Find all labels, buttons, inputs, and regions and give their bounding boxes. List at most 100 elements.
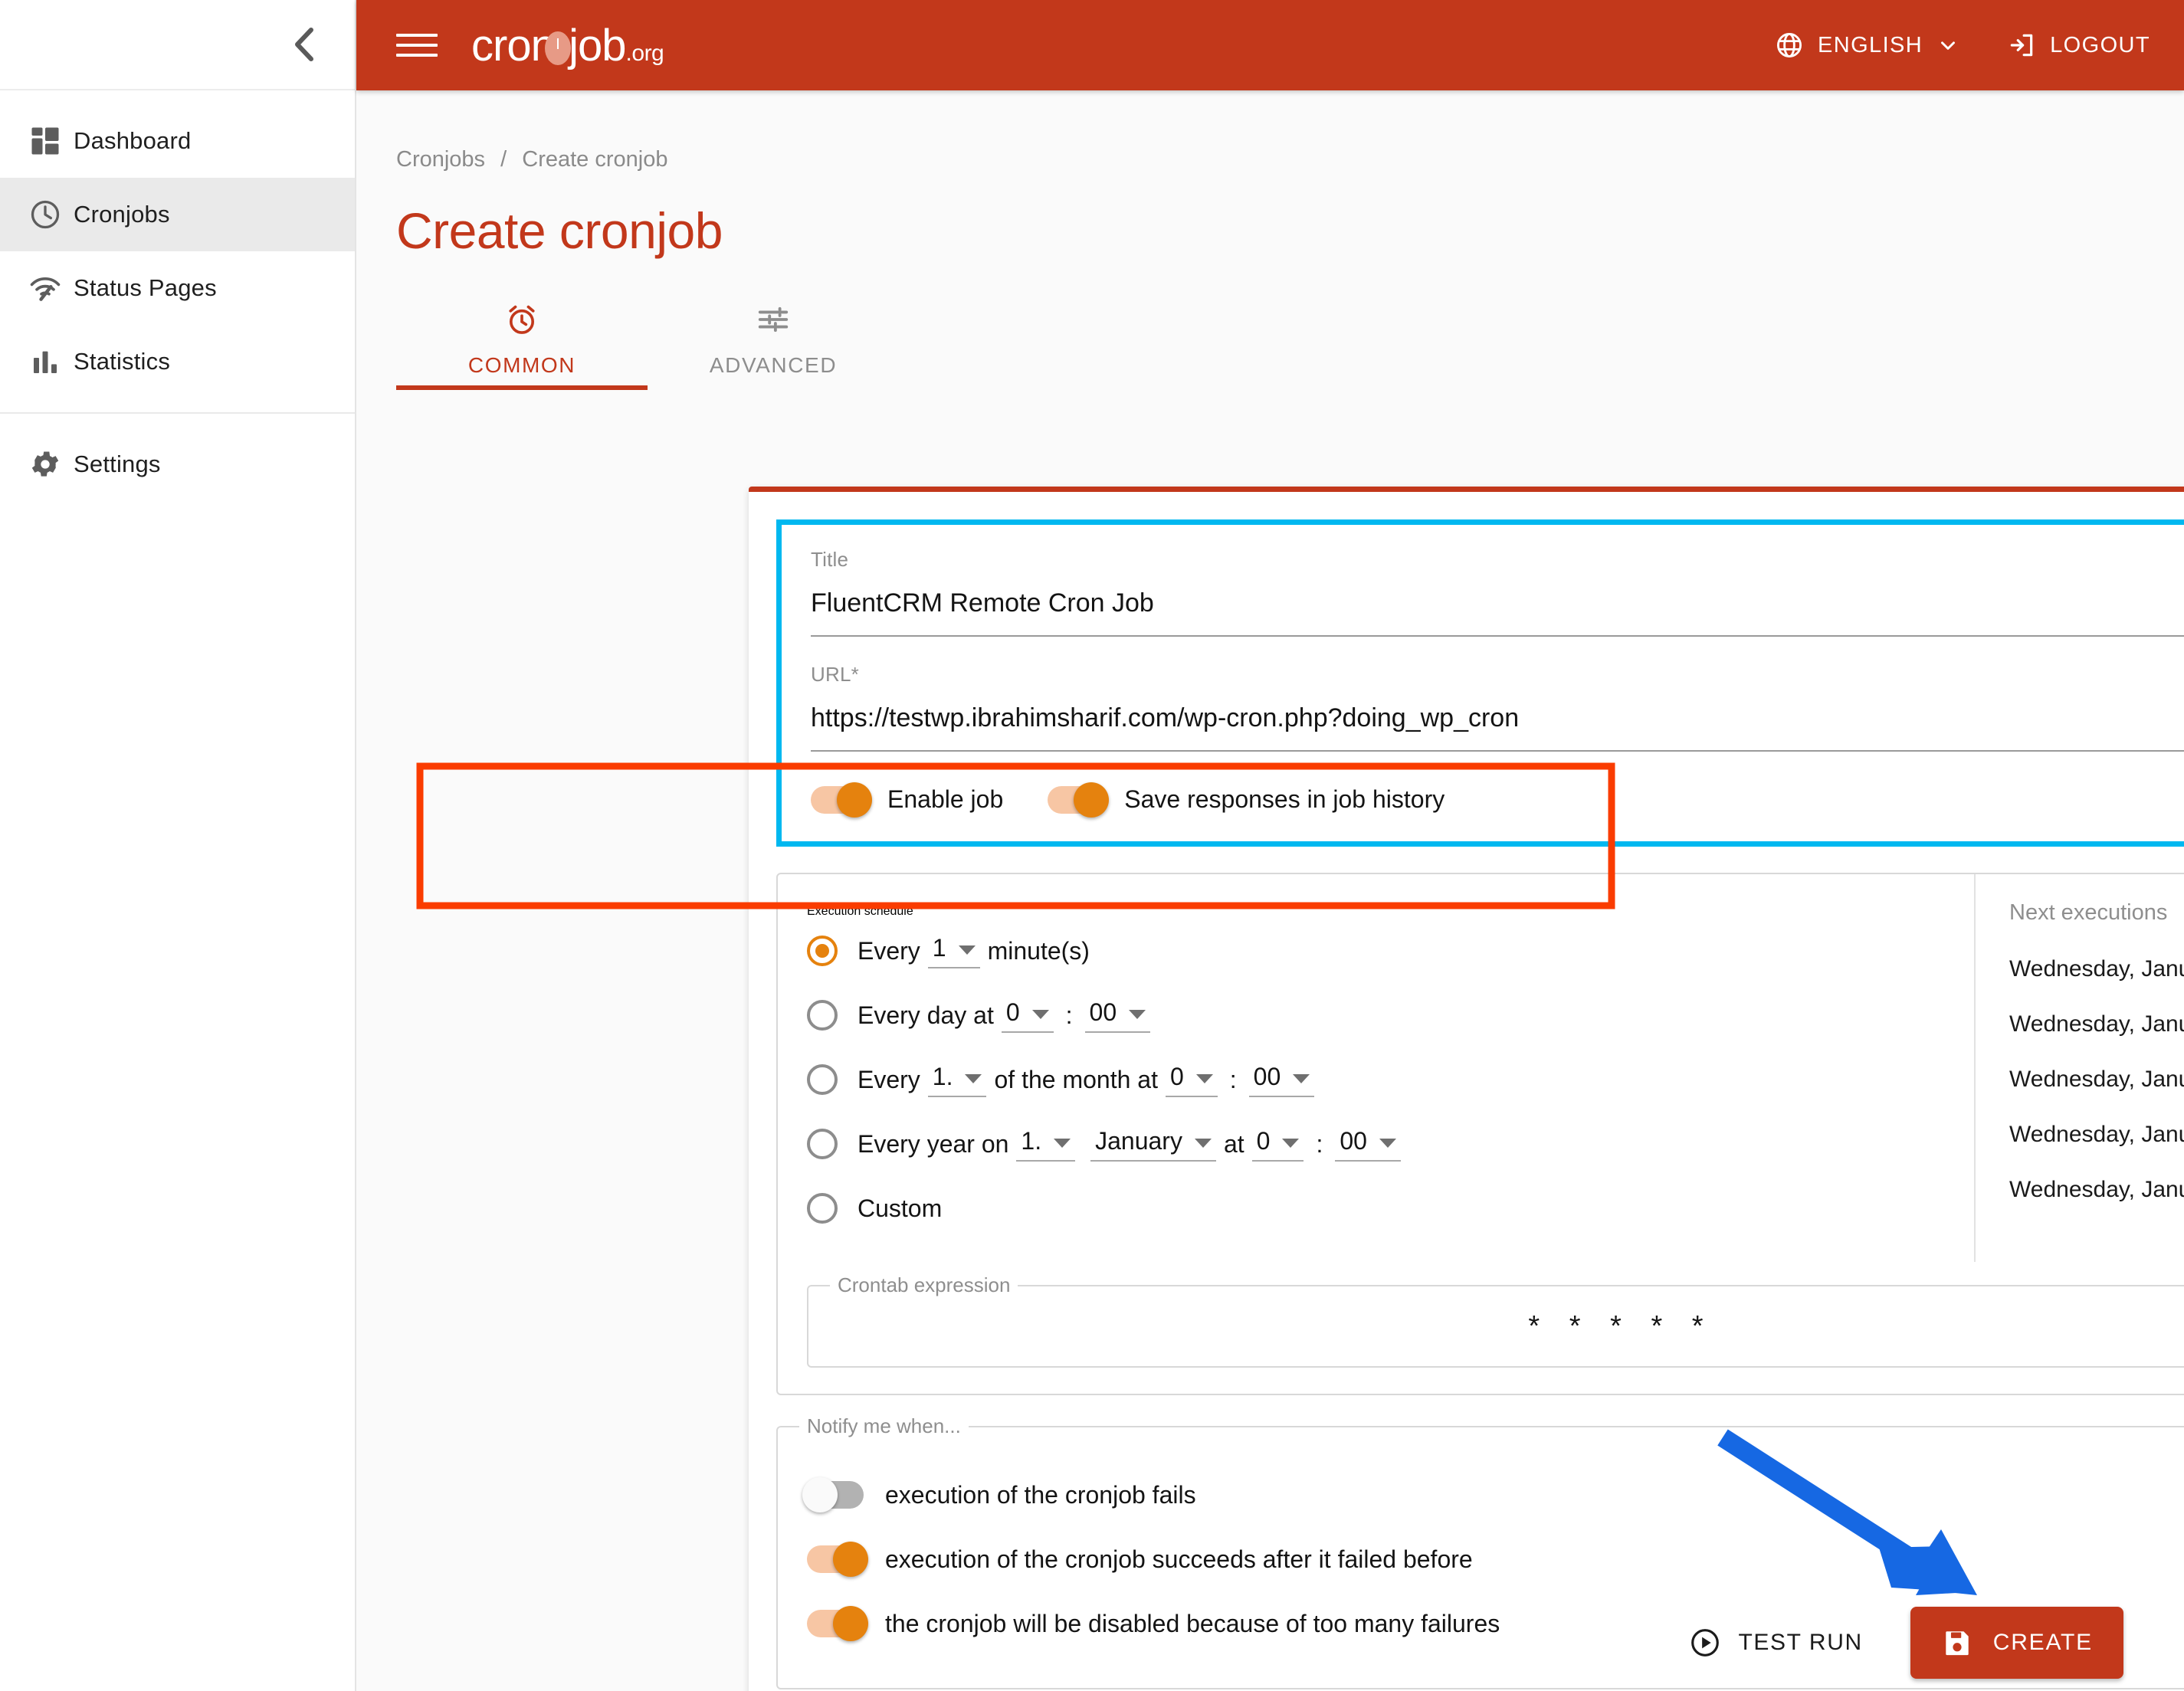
gear-icon — [17, 447, 74, 481]
title-label: Title — [811, 548, 849, 571]
radio-every-month[interactable] — [807, 1064, 838, 1095]
daily-hour-select[interactable]: 0 — [1001, 998, 1054, 1033]
next-execution-item: Wednesday, January 25, 2023 9:50 PM — [2009, 956, 2184, 982]
chevron-down-icon — [1293, 1073, 1310, 1083]
tab-advanced[interactable]: ADVANCED — [648, 290, 899, 390]
daily-minute-select[interactable]: 00 — [1084, 998, 1151, 1033]
monthly-minute-select[interactable]: 00 — [1248, 1063, 1315, 1097]
tab-label: COMMON — [467, 353, 576, 377]
create-cronjob-card: Title FluentCRM Remote Cron Job URL* htt… — [749, 487, 2184, 1691]
notify-recovery-label: execution of the cronjob succeeds after … — [885, 1545, 1473, 1573]
chevron-down-icon — [1941, 41, 1956, 50]
time-separator: : — [1316, 1129, 1323, 1158]
yearly-minute-select[interactable]: 00 — [1335, 1127, 1401, 1162]
main-area: cron-job .org ENGLISH — [356, 0, 2184, 1691]
enable-job-toggle[interactable] — [811, 782, 872, 818]
sidebar-collapse-button[interactable] — [283, 23, 326, 66]
sidebar-item-statistics[interactable]: Statistics — [0, 325, 355, 398]
sidebar-item-status-pages[interactable]: Status Pages — [0, 251, 355, 325]
schedule-text: Every day at — [858, 1001, 994, 1029]
schedule-option-custom[interactable]: Custom — [807, 1176, 1937, 1240]
test-run-button[interactable]: TEST RUN — [1672, 1613, 1879, 1673]
sidebar-item-label: Settings — [74, 451, 161, 477]
basic-toggles-row: Enable job Save responses in job history — [811, 782, 2184, 818]
sidebar-item-cronjobs[interactable]: Cronjobs — [0, 178, 355, 251]
notify-option-recovery[interactable]: execution of the cronjob succeeds after … — [807, 1527, 2184, 1591]
bar-chart-icon — [17, 346, 74, 377]
breadcrumb-separator: / — [500, 147, 507, 172]
card-body: Title FluentCRM Remote Cron Job URL* htt… — [749, 492, 2184, 1691]
logout-icon — [2010, 34, 2033, 57]
yearly-day-select[interactable]: 1. — [1016, 1127, 1076, 1162]
select-value: January — [1095, 1126, 1182, 1155]
play-circle-icon — [1691, 1628, 1720, 1657]
crontab-expression-field: Crontab expression * * * * * — [807, 1273, 2184, 1368]
clock-icon — [17, 198, 74, 231]
yearly-hour-select[interactable]: 0 — [1251, 1126, 1304, 1162]
schedule-text: Every — [858, 1065, 920, 1093]
sidebar-item-settings[interactable]: Settings — [0, 428, 355, 501]
url-label: URL* — [811, 663, 2184, 687]
radio-every-minutes[interactable] — [807, 936, 838, 966]
schedule-wrapper: Execution schedule Every 1 minute(s) Eve… — [778, 874, 2184, 1262]
crontab-legend: Crontab expression — [830, 1273, 1018, 1297]
chevron-down-icon — [1194, 1138, 1212, 1148]
logout-button[interactable]: LOGOUT — [2007, 31, 2150, 60]
notify-failure-toggle[interactable] — [802, 1477, 864, 1512]
sidebar-divider — [0, 412, 355, 414]
radio-custom[interactable] — [807, 1193, 838, 1224]
tab-bar: COMMON ADVANCED — [396, 290, 2184, 390]
schedule-option-every-year[interactable]: Every year on 1. January at 0: 00 — [807, 1112, 1937, 1176]
radio-every-year[interactable] — [807, 1129, 838, 1159]
brand-clock-hand-icon — [557, 38, 559, 49]
crontab-value[interactable]: * * * * * — [1528, 1310, 1713, 1343]
monthly-hour-select[interactable]: 0 — [1165, 1063, 1218, 1097]
breadcrumb: Cronjobs / Create cronjob — [356, 90, 2184, 172]
sidebar-item-label: Status Pages — [74, 274, 217, 301]
notify-failure-label: execution of the cronjob fails — [885, 1480, 1196, 1509]
chevron-down-icon — [1031, 1009, 1049, 1019]
notify-recovery-toggle[interactable] — [807, 1542, 868, 1577]
monthly-day-select[interactable]: 1. — [927, 1063, 987, 1097]
logout-label: LOGOUT — [2050, 32, 2150, 57]
schedule-option-every-day[interactable]: Every day at 0 : 00 — [807, 983, 1937, 1047]
chevron-down-icon — [1379, 1138, 1396, 1148]
content-area: Cronjobs / Create cronjob Create cronjob — [356, 90, 2184, 1691]
top-header-actions: ENGLISH LOGOUT — [1775, 31, 2150, 60]
schedule-option-every-month[interactable]: Every 1. of the month at 0: 00 — [807, 1047, 1937, 1112]
yearly-month-select[interactable]: January — [1090, 1127, 1216, 1162]
breadcrumb-current: Create cronjob — [522, 147, 668, 172]
select-value: 1 — [932, 933, 946, 962]
save-responses-toggle[interactable] — [1048, 782, 1110, 818]
title-input[interactable]: FluentCRM Remote Cron Job — [811, 588, 2184, 637]
chevron-down-icon — [1129, 1009, 1146, 1019]
tab-common[interactable]: COMMON — [396, 290, 648, 390]
schedule-option-every-minutes[interactable]: Every 1 minute(s) — [807, 919, 1937, 983]
next-executions-panel: Next executions Wednesday, January 25, 2… — [1974, 874, 2184, 1262]
save-icon — [1946, 1630, 1969, 1655]
notify-legend: Notify me when... — [799, 1414, 969, 1438]
tab-label: ADVANCED — [709, 353, 838, 377]
toggle-knob — [1074, 782, 1110, 818]
next-execution-item: Wednesday, January 25, 2023 9:52 PM — [2009, 1067, 2184, 1092]
chevron-down-icon — [1282, 1138, 1300, 1148]
speedometer-icon — [17, 271, 74, 305]
next-executions-title: Next executions — [2009, 900, 2168, 925]
brand-logo[interactable]: cron-job .org — [471, 20, 664, 71]
create-button[interactable]: CREATE — [1910, 1606, 2123, 1679]
breadcrumb-parent[interactable]: Cronjobs — [396, 147, 485, 172]
minutes-interval-select[interactable]: 1 — [927, 933, 980, 968]
sidebar-item-dashboard[interactable]: Dashboard — [0, 104, 355, 178]
radio-every-day[interactable] — [807, 1000, 838, 1031]
chevron-down-icon — [965, 1073, 982, 1083]
language-selector[interactable]: ENGLISH — [1775, 31, 1959, 60]
select-value: 0 — [1256, 1126, 1271, 1155]
url-input[interactable]: https://testwp.ibrahimsharif.com/wp-cron… — [811, 703, 2184, 752]
enable-job-label: Enable job — [887, 785, 1004, 813]
page-title: Create cronjob — [396, 202, 723, 259]
hamburger-icon[interactable] — [396, 25, 438, 66]
dashboard-icon — [17, 125, 74, 157]
notify-option-failure[interactable]: execution of the cronjob fails — [802, 1463, 2184, 1527]
enable-job-toggle-group: Enable job — [811, 782, 1004, 818]
globe-icon — [1777, 33, 1802, 57]
